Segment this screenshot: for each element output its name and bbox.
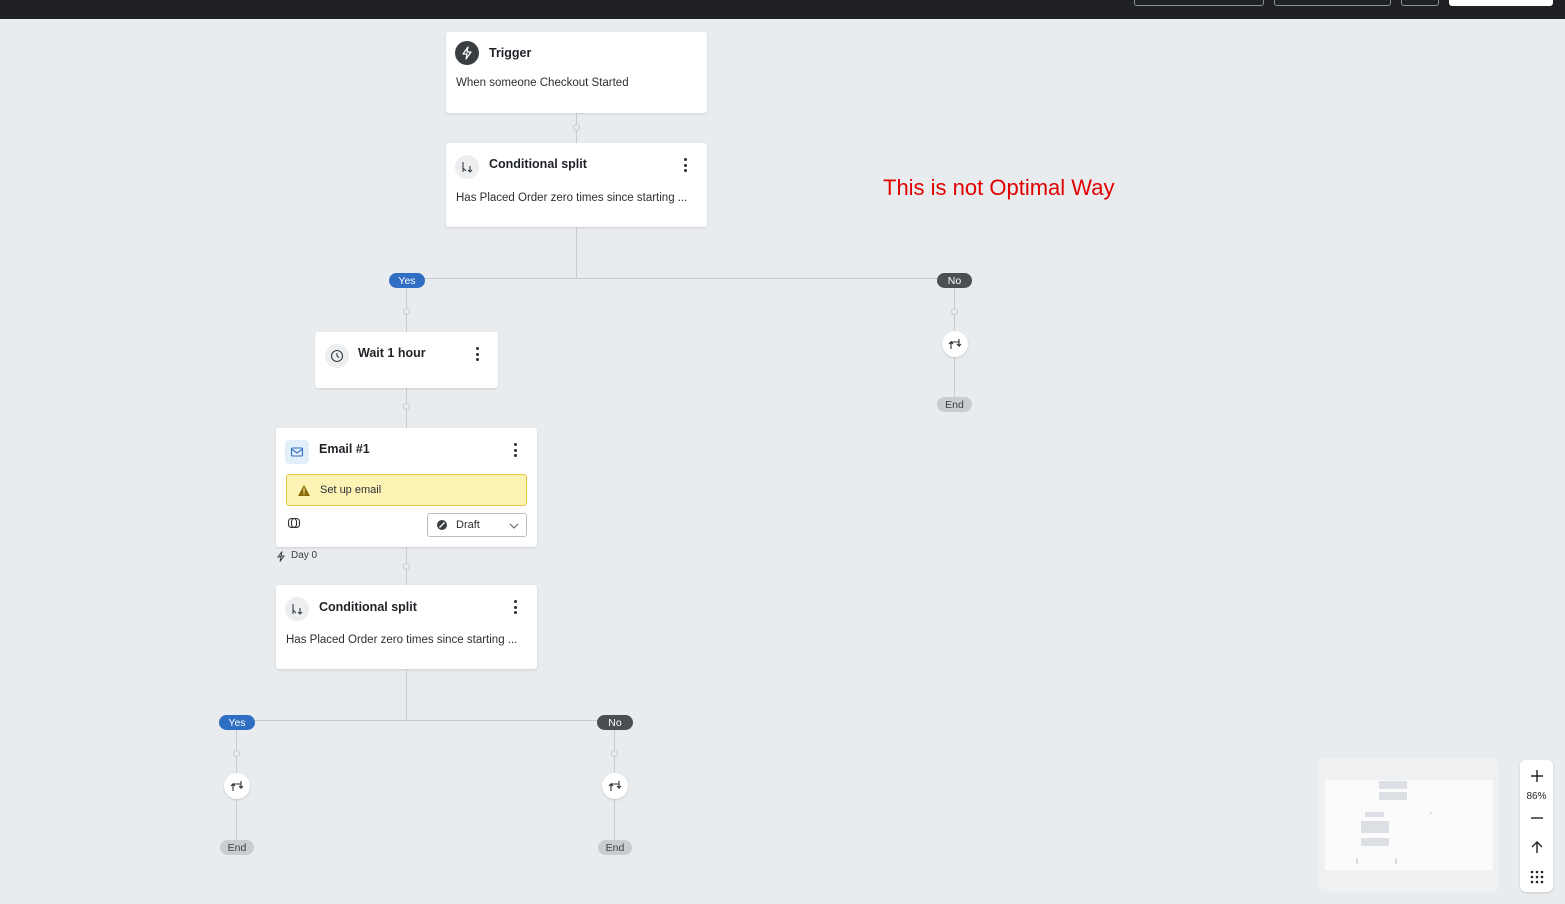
split-title: Conditional split <box>489 157 587 171</box>
warning-text: Set up email <box>320 484 382 496</box>
connector-split1-horizontal <box>407 278 955 279</box>
zoom-out-button[interactable] <box>1520 808 1553 828</box>
arrow-up-icon <box>1531 841 1542 853</box>
wait-title: Wait 1 hour <box>358 346 426 360</box>
more-options-icon[interactable] <box>510 443 520 457</box>
email-title: Email #1 <box>319 442 370 456</box>
chevron-down-icon <box>509 523 519 529</box>
connector-dot <box>233 750 240 757</box>
toolbar-primary-button[interactable] <box>1449 0 1553 6</box>
link-icon[interactable] <box>287 517 301 529</box>
connector-dot <box>611 750 618 757</box>
split-description: Has Placed Order zero times since starti… <box>286 634 518 646</box>
toolbar-button-3[interactable] <box>1401 0 1439 6</box>
split-icon <box>285 597 309 621</box>
branch-no-pill: No <box>597 715 633 730</box>
end-pill: End <box>598 840 632 855</box>
setup-email-warning[interactable]: Set up email <box>286 474 527 506</box>
toolbar-button-2[interactable] <box>1274 0 1391 6</box>
branch-yes-pill: Yes <box>389 273 425 288</box>
warning-icon <box>298 485 310 496</box>
zoom-level: 86% <box>1526 790 1547 802</box>
lightning-icon <box>277 551 285 562</box>
wait-card[interactable]: Wait 1 hour <box>315 332 498 388</box>
toolbar-button-1[interactable] <box>1134 0 1264 6</box>
more-options-icon[interactable] <box>472 347 482 361</box>
envelope-icon <box>285 440 309 464</box>
branch-no-pill: No <box>937 273 972 288</box>
conditional-split-card[interactable]: Conditional split Has Placed Order zero … <box>446 143 707 227</box>
grid-view-button[interactable] <box>1520 866 1553 888</box>
connector-dot <box>403 563 410 570</box>
exit-icon[interactable] <box>942 331 968 357</box>
connector-split1-down <box>576 227 577 279</box>
split-title: Conditional split <box>319 600 417 614</box>
connector-split2-down <box>406 669 407 721</box>
branch-yes-pill: Yes <box>219 715 255 730</box>
split-description: Has Placed Order zero times since starti… <box>456 192 688 204</box>
more-options-icon[interactable] <box>680 158 690 172</box>
connector-dot <box>403 308 410 315</box>
exit-icon[interactable] <box>224 773 250 799</box>
connector-dot <box>573 124 580 131</box>
trigger-title: Trigger <box>489 46 532 60</box>
connector-split2-horizontal <box>237 720 615 721</box>
plus-icon <box>1530 770 1543 782</box>
split-icon <box>455 155 479 179</box>
grid-icon <box>1530 870 1543 884</box>
exit-icon[interactable] <box>602 773 628 799</box>
annotation-text: This is not Optimal Way <box>883 175 1115 200</box>
trigger-description: When someone Checkout Started <box>456 77 629 89</box>
minimap[interactable] <box>1319 758 1499 892</box>
zoom-controls: 86% <box>1520 760 1553 892</box>
minus-icon <box>1530 817 1543 819</box>
email-card[interactable]: Email #1 Set up email Draft <box>276 428 537 547</box>
status-dropdown[interactable]: Draft <box>427 513 527 537</box>
connector-dot <box>951 308 958 315</box>
draft-status-icon <box>437 520 447 530</box>
clock-icon <box>325 344 349 368</box>
conditional-split-card[interactable]: Conditional split Has Placed Order zero … <box>276 585 537 669</box>
top-toolbar <box>0 0 1565 19</box>
scroll-to-top-button[interactable] <box>1520 837 1553 857</box>
trigger-card[interactable]: Trigger When someone Checkout Started <box>446 32 707 113</box>
connector-dot <box>403 403 410 410</box>
status-value: Draft <box>456 519 480 531</box>
more-options-icon[interactable] <box>510 600 520 614</box>
minimap-viewport <box>1325 780 1493 870</box>
end-pill: End <box>937 397 972 412</box>
lightning-icon <box>455 41 479 65</box>
zoom-in-button[interactable] <box>1520 766 1553 786</box>
end-pill: End <box>220 840 254 855</box>
